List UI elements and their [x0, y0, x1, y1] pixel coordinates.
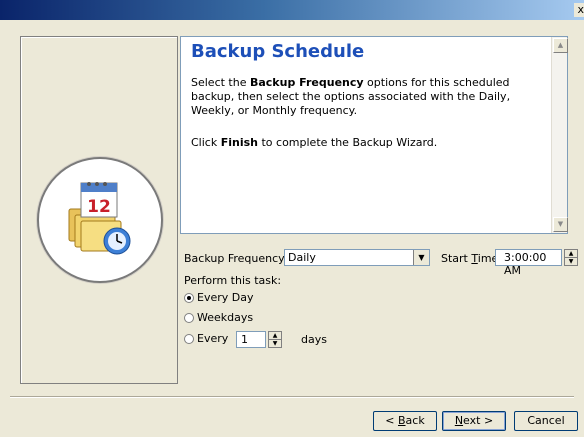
frequency-value: Daily [288, 251, 316, 264]
title-bar [0, 0, 584, 20]
frequency-select[interactable]: Daily ▼ [284, 249, 430, 266]
days-label: days [301, 333, 327, 346]
weekdays-radio[interactable] [184, 313, 194, 323]
every-n-days-value: 1 [241, 333, 248, 346]
scroll-up-icon[interactable]: ▲ [553, 38, 568, 53]
weekdays-label: Weekdays [197, 311, 254, 324]
spin-up-icon[interactable]: ▲ [269, 332, 281, 340]
wizard-image-panel: 12 [20, 36, 178, 384]
calendar-day-number: 12 [87, 197, 111, 217]
every-n-days-radio[interactable] [184, 334, 194, 344]
page-title: Backup Schedule [191, 41, 365, 62]
intro-paragraph: Select the Backup Frequency options for … [191, 76, 511, 117]
spin-down-icon[interactable]: ▼ [269, 340, 281, 347]
description-panel: Backup Schedule Select the Backup Freque… [180, 36, 568, 234]
spin-up-icon[interactable]: ▲ [565, 250, 577, 258]
start-time-spinner[interactable]: ▲ ▼ [564, 249, 578, 266]
footer-divider [10, 396, 574, 398]
finish-paragraph: Click Finish to complete the Backup Wiza… [191, 136, 438, 149]
perform-task-label: Perform this task: [184, 274, 282, 287]
frequency-label: Backup Frequency: [184, 252, 288, 265]
start-time-field[interactable]: 3:00:00 AM [495, 249, 562, 277]
calendar-folder-icon: 12 [68, 182, 131, 255]
every-n-days-field[interactable]: 1 [236, 331, 266, 348]
start-time-value: 3:00:00 AM [504, 251, 547, 277]
scroll-down-icon[interactable]: ▼ [553, 217, 568, 232]
start-time-label: Start Time [441, 252, 499, 265]
every-label: Every [197, 332, 229, 345]
icon-circle: 12 [37, 157, 163, 283]
cancel-button[interactable]: Cancel [514, 411, 578, 431]
vertical-scrollbar[interactable]: ▲ ▼ [551, 37, 568, 233]
back-button[interactable]: < Back [373, 411, 437, 431]
every-day-radio[interactable] [184, 293, 194, 303]
every-n-days-spinner[interactable]: ▲ ▼ [268, 331, 282, 348]
close-icon[interactable]: x [574, 3, 584, 17]
next-button[interactable]: Next > [442, 411, 506, 431]
every-day-label: Every Day [197, 291, 254, 304]
chevron-down-icon[interactable]: ▼ [413, 250, 429, 265]
spin-down-icon[interactable]: ▼ [565, 258, 577, 265]
